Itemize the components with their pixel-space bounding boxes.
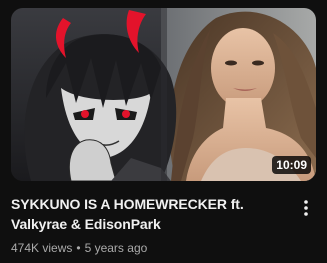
video-stats: 474K views • 5 years ago: [11, 239, 281, 257]
video-thumbnail[interactable]: 10:09: [11, 8, 316, 181]
separator-dot: •: [76, 241, 81, 255]
duration-badge: 10:09: [272, 156, 311, 174]
view-count: 474K views: [11, 241, 73, 255]
more-vertical-icon: [304, 200, 308, 216]
video-meta: SYKKUNO IS A HOMEWRECKER ft. Valkyrae & …: [11, 194, 281, 257]
video-card[interactable]: 10:09 SYKKUNO IS A HOMEWRECKER ft. Valky…: [0, 0, 327, 263]
more-actions-button[interactable]: [291, 193, 321, 223]
thumbnail-image: [11, 8, 316, 181]
video-title[interactable]: SYKKUNO IS A HOMEWRECKER ft. Valkyrae & …: [11, 194, 281, 234]
upload-age: 5 years ago: [84, 241, 148, 255]
